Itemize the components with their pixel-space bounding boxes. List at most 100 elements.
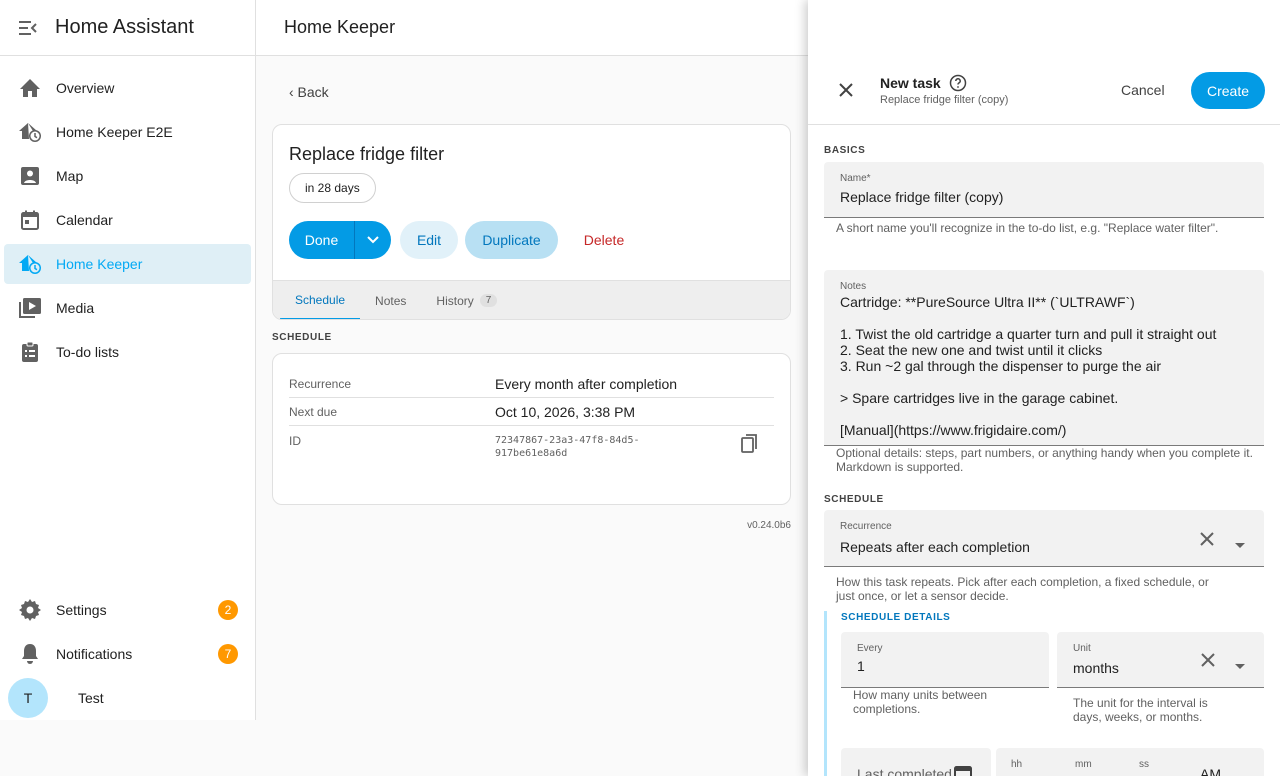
done-split-button: Done [289,221,391,259]
notifications-label: Notifications [56,646,133,662]
copy-icon[interactable] [741,434,759,453]
tab-history[interactable]: History 7 [421,281,512,319]
sidebar-bottom: Settings 2 Notifications 7 T Test [0,588,255,720]
recurrence-value: Every month after completion [495,375,678,392]
sidebar: Home Assistant Overview Home Keeper E2E … [0,0,256,720]
sidebar-item-overview[interactable]: Overview [4,68,251,108]
tab-notes[interactable]: Notes [360,281,421,319]
sidebar-item-user[interactable]: T Test [0,676,255,720]
back-link[interactable]: ‹ Back [289,84,329,100]
recurrence-help-line1: How this task repeats. Pick after each c… [836,575,1209,589]
app-title: Home Assistant [55,16,194,38]
basics-section-label: BASICS [824,145,866,156]
edit-button[interactable]: Edit [400,221,458,259]
sidebar-item-calendar[interactable]: Calendar [4,200,251,240]
sidebar-item-notifications[interactable]: Notifications 7 [0,632,255,676]
next-due-value: Oct 10, 2026, 3:38 PM [495,403,636,420]
calendar-icon [18,208,42,232]
dialog-title-text: New task [880,75,941,91]
dialog-header: New task Replace fridge filter (copy) Ca… [808,57,1280,125]
unit-help-line1: The unit for the interval is [1073,696,1208,710]
done-menu-button[interactable] [355,221,391,259]
unit-help-line2: days, weeks, or months. [1073,710,1203,724]
every-field-label: Every [857,643,883,654]
home-icon [18,76,42,100]
clear-icon[interactable] [1199,651,1217,669]
sidebar-item-label: Calendar [56,212,113,228]
main-content: ‹ Back Replace fridge filter in 28 days … [256,57,808,720]
clear-icon[interactable] [1198,530,1216,548]
sidebar-item-label: Home Keeper [56,256,143,272]
unit-select[interactable]: Unit months [1057,632,1264,688]
media-icon [18,296,42,320]
chevron-down-icon[interactable] [1234,772,1244,776]
schedule-details-label: SCHEDULE DETAILS [841,612,951,623]
recurrence-select[interactable]: Recurrence Repeats after each completion [824,510,1264,567]
cancel-button[interactable]: Cancel [1121,82,1165,98]
sidebar-item-map[interactable]: Map [4,156,251,196]
sidebar-item-media[interactable]: Media [4,288,251,328]
unit-help: The unit for the interval is days, weeks… [1073,696,1208,724]
gear-icon [18,598,42,622]
dialog-title: New task [880,74,967,92]
create-button[interactable]: Create [1191,72,1265,109]
time-ss-label: ss [1139,759,1149,770]
notes-field-value: Cartridge: **PureSource Ultra II** (`ULT… [840,294,1217,438]
name-field-value: Replace fridge filter (copy) [840,189,1004,205]
tab-history-label: History [436,293,474,308]
chevron-down-icon[interactable] [1235,657,1245,669]
sidebar-item-settings[interactable]: Settings 2 [0,588,255,632]
chevron-down-icon [367,236,379,244]
notes-help-line1: Optional details: steps, part numbers, o… [836,446,1253,460]
delete-button[interactable]: Delete [571,221,637,259]
tab-schedule[interactable]: Schedule [280,281,361,319]
sidebar-item-label: Overview [56,80,115,96]
sidebar-item-home-keeper-e2e[interactable]: Home Keeper E2E [4,112,251,152]
sidebar-item-label: Home Keeper E2E [56,124,173,140]
name-help: A short name you'll recognize in the to-… [836,221,1219,235]
time-hh-label: hh [1011,759,1023,770]
sidebar-item-label: Map [56,168,84,184]
version-label: v0.24.0b6 [747,520,791,531]
unit-field-value: months [1073,660,1119,676]
last-completed-date-field[interactable]: Last completed [841,748,991,776]
every-help-line1: How many units between [853,688,988,702]
recurrence-label: Recurrence [289,376,352,391]
time-mm-label: mm [1075,759,1092,770]
id-value: 72347867-23a3-47f8-84d5- 917be61e8a6d [495,434,695,460]
duplicate-button[interactable]: Duplicate [465,221,558,259]
page-title: Home Keeper [284,17,396,37]
time-field[interactable]: hh mm ss AM [996,748,1264,776]
name-field[interactable]: Name* Replace fridge filter (copy) [824,162,1264,218]
every-help: How many units between completions. [853,688,987,716]
map-icon [18,164,42,188]
close-icon[interactable] [836,80,856,100]
recurrence-help: How this task repeats. Pick after each c… [836,575,1209,603]
last-completed-label: Last completed [857,766,952,776]
new-task-dialog: New task Replace fridge filter (copy) Ca… [808,0,1280,776]
sidebar-item-todo-lists[interactable]: To-do lists [4,332,251,372]
schedule-section-label: SCHEDULE [824,494,884,505]
calendar-icon[interactable] [954,764,972,776]
sidebar-item-label: Media [56,300,95,316]
id-value-line1: 72347867-23a3-47f8-84d5- [495,435,640,446]
every-help-line2: completions. [853,702,921,716]
done-button[interactable]: Done [289,221,355,259]
chevron-down-icon[interactable] [1235,536,1245,548]
unit-field-label: Unit [1073,643,1091,654]
schedule-card: Recurrence Every month after completion … [272,353,791,505]
sidebar-item-home-keeper[interactable]: Home Keeper [4,244,251,284]
id-row: ID 72347867-23a3-47f8-84d5- 917be61e8a6d [289,426,774,466]
notes-field[interactable]: Notes Cartridge: **PureSource Ultra II**… [824,270,1264,446]
time-ampm-value[interactable]: AM [1200,766,1221,776]
menu-collapse-icon[interactable] [18,18,38,38]
every-field[interactable]: Every 1 [841,632,1049,688]
sidebar-item-label: To-do lists [56,344,120,360]
dialog-subtitle: Replace fridge filter (copy) [880,94,1009,106]
notes-help-line2: Markdown is supported. [836,460,964,474]
due-chip: in 28 days [289,173,376,203]
bell-icon [18,642,42,666]
sidebar-header: Home Assistant [0,0,255,56]
help-icon[interactable] [949,74,967,92]
schedule-details-bar [824,611,827,776]
